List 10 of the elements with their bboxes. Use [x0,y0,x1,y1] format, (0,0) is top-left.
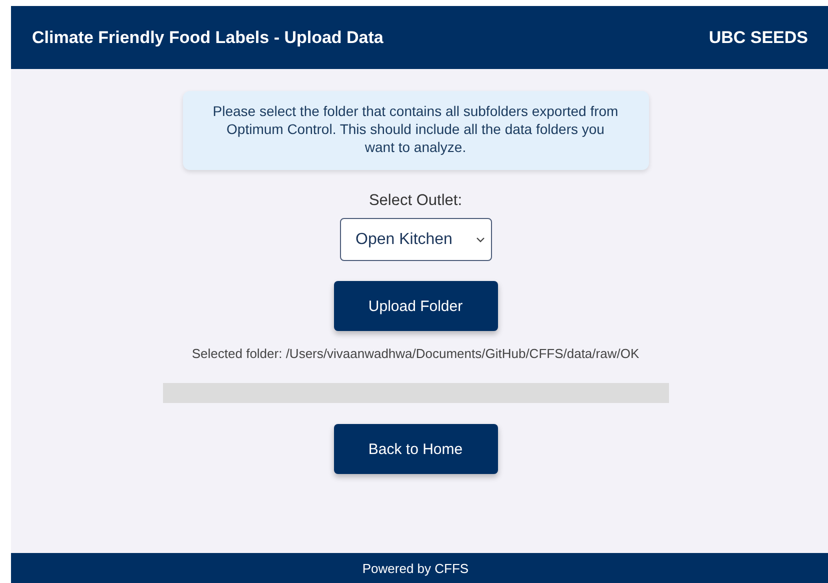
brand-name: UBC SEEDS [708,28,808,48]
outlet-dropdown[interactable]: Open Kitchen [340,218,492,261]
upload-folder-button[interactable]: Upload Folder [334,281,498,331]
selected-folder-path: Selected folder: /Users/vivaanwadhwa/Documents/GitHub/CFFS/data/raw/OK [192,346,640,361]
footer-text: Powered by CFFS [362,560,470,576]
chevron-down-icon [476,236,484,242]
page-title: Climate Friendly Food Labels - Upload Data [32,28,384,48]
back-to-home-button[interactable]: Back to Home [334,424,498,474]
outlet-label: Select Outlet: [368,192,462,210]
info-message: Please select the folder that contains all subfolders exported from Optimum Control. This should include all the data folders you want to analyze. [182,91,648,170]
